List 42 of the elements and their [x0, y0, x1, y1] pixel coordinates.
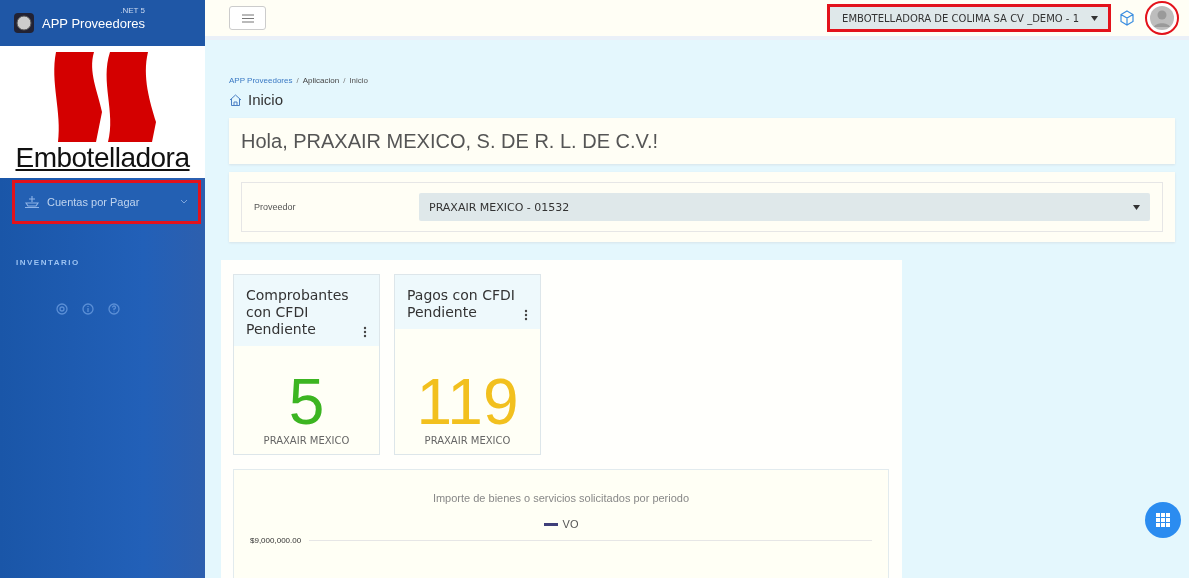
home-icon — [229, 93, 242, 106]
ship-icon — [25, 196, 39, 208]
greeting-text: Hola, PRAXAIR MEXICO, S. DE R. L. DE C.V.! — [241, 129, 659, 153]
menu-item[interactable]: Cuentas por Pagar — [12, 180, 201, 224]
company-select[interactable]: EMBOTELLADORA DE COLIMA SA CV _DEMO - 1 — [827, 4, 1111, 32]
app-logo-icon — [14, 13, 34, 33]
page-title: Inicio — [248, 91, 284, 108]
card-title: Pagos con CFDI Pendiente — [407, 287, 516, 321]
supplier-label: Proveedor — [254, 202, 297, 212]
breadcrumb-link[interactable]: APP Proveedores — [229, 76, 293, 85]
card-title: Comprobantes con CFDI Pendiente — [246, 287, 350, 338]
info-icon[interactable] — [81, 303, 94, 315]
breadcrumb-separator: / — [343, 76, 346, 85]
axis-tick-label: $9,000,000.00 — [250, 536, 302, 545]
breadcrumb-link[interactable]: Aplicacion — [302, 76, 340, 85]
app-name: APP Proveedores — [42, 15, 146, 31]
chart-title: Importe de bienes o servicios solicitados por periodo — [432, 492, 690, 504]
stat-value: 5 — [288, 369, 325, 435]
menu-button[interactable] — [229, 6, 266, 30]
stat-caption: PRAXAIR MEXICO — [424, 435, 511, 446]
breadcrumb-separator: / — [296, 76, 299, 85]
apps-button[interactable] — [1145, 502, 1181, 538]
stat-caption: PRAXAIR MEXICO — [263, 435, 350, 446]
chevron-icon — [180, 199, 188, 205]
supplier-select[interactable]: PRAXAIR MEXICO - 01532 — [419, 193, 1150, 221]
more-icon[interactable] — [524, 309, 528, 321]
stat-value: 119 — [416, 369, 519, 435]
help-icon[interactable] — [107, 303, 120, 315]
cube-icon[interactable] — [1119, 10, 1135, 26]
menu-icon — [241, 13, 254, 23]
logo-text: Embotelladora — [15, 142, 190, 174]
caret-icon — [1133, 204, 1140, 210]
avatar-silhouette-icon — [1150, 6, 1174, 30]
section-label: INVENTARIO — [16, 258, 81, 267]
legend-label: VO — [562, 518, 579, 530]
grid-icon — [1156, 513, 1170, 527]
lifebuoy-icon[interactable] — [55, 303, 68, 315]
version-label: .NET 5 — [120, 6, 145, 15]
user-avatar[interactable] — [1145, 1, 1179, 35]
breadcrumb-current: Inicio — [349, 76, 369, 85]
more-icon[interactable] — [363, 326, 367, 338]
caret-icon — [1091, 15, 1098, 21]
